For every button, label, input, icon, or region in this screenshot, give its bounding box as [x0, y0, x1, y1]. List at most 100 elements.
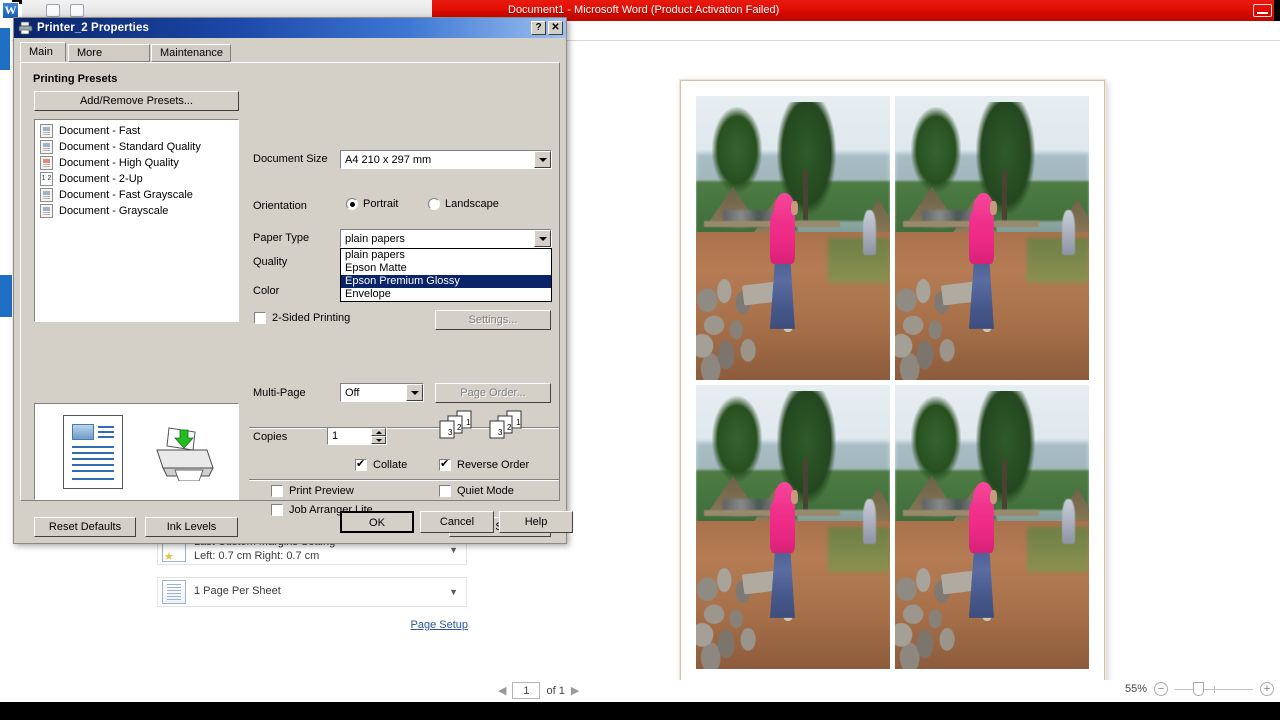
color-label: Color: [253, 285, 280, 297]
page-number-input[interactable]: 1: [512, 682, 541, 699]
list-item[interactable]: Document - Fast: [35, 123, 238, 139]
checkbox-indicator: [439, 485, 451, 497]
zoom-slider[interactable]: [1175, 682, 1253, 696]
reverse-order-label: Reverse Order: [457, 459, 530, 471]
dialog-tabstrip: Main More Options Maintenance: [20, 42, 566, 76]
screen-right-edge: [1274, 0, 1280, 22]
printer-icon: [18, 21, 33, 35]
word-backstage-tab-1[interactable]: [0, 28, 10, 70]
word-minimize-button[interactable]: [1253, 4, 1272, 17]
copies-value[interactable]: 1: [328, 430, 338, 442]
page-navigation: ◀ 1 of 1 ▶: [498, 682, 579, 699]
dropdown-option[interactable]: plain papers: [341, 249, 551, 262]
tab-main[interactable]: Main: [20, 42, 66, 62]
word-title-text: Document1 - Microsoft Word (Product Acti…: [508, 4, 780, 16]
chevron-down-icon[interactable]: ▼: [449, 545, 458, 555]
collate-illustrations: 1 2 3 1 2 3: [439, 410, 534, 440]
chevron-down-icon[interactable]: ▼: [449, 587, 458, 597]
preview-photo: [895, 385, 1089, 669]
zoom-slider-thumb[interactable]: [1193, 682, 1204, 696]
orientation-portrait-radio[interactable]: Portrait: [346, 198, 398, 210]
document-size-value: A4 210 x 297 mm: [345, 153, 432, 166]
document-size-combo[interactable]: A4 210 x 297 mm: [340, 150, 552, 169]
orientation-landscape-radio[interactable]: Landscape: [428, 198, 499, 210]
two-sided-printing-checkbox[interactable]: 2-Sided Printing: [254, 312, 350, 324]
divider: [249, 479, 559, 481]
dialog-button-bar: OK Cancel Help: [14, 503, 573, 543]
preset-label: Document - Fast Grayscale: [59, 189, 193, 201]
preview-page: [680, 80, 1105, 685]
list-item[interactable]: Document - Fast Grayscale: [35, 187, 238, 203]
stepper-up-icon[interactable]: [371, 428, 386, 436]
chevron-down-icon[interactable]: [534, 151, 551, 168]
svg-text:3: 3: [448, 428, 453, 437]
reverse-order-icon: 1 2 3: [489, 410, 522, 439]
chevron-down-icon[interactable]: [406, 384, 423, 401]
collate-checkbox[interactable]: Collate: [355, 457, 407, 471]
reverse-order-checkbox[interactable]: Reverse Order: [439, 457, 530, 471]
print-preview-checkbox[interactable]: Print Preview: [271, 485, 354, 497]
main-tab-page: Printing Presets Add/Remove Presets... D…: [20, 62, 560, 537]
zoom-level-label: 55%: [1124, 683, 1147, 695]
paper-type-combo[interactable]: plain papers: [340, 229, 552, 248]
word-backstage-tab-2[interactable]: [0, 275, 12, 317]
zoom-slider-tick: [1214, 686, 1215, 693]
save-icon[interactable]: [46, 4, 60, 17]
page-order-button: Page Order...: [435, 383, 551, 403]
cancel-button[interactable]: Cancel: [420, 511, 494, 533]
pages-per-sheet-row[interactable]: 1 Page Per Sheet ▼: [157, 577, 467, 607]
zoom-out-button[interactable]: −: [1154, 682, 1168, 696]
document-size-label: Document Size: [253, 153, 328, 165]
collate-icon: 1 2 3: [439, 410, 472, 439]
tab-maintenance[interactable]: Maintenance: [151, 44, 231, 62]
dropdown-option[interactable]: Epson Matte: [341, 262, 551, 275]
multipage-combo[interactable]: Off: [340, 383, 424, 402]
preview-thumbnail-box: [34, 403, 239, 500]
orientation-portrait-label: Portrait: [363, 198, 399, 210]
previous-page-icon[interactable]: ◀: [498, 684, 506, 697]
help-button[interactable]: ?: [531, 21, 546, 35]
stepper-buttons[interactable]: [371, 428, 386, 444]
doc-2up-icon: 1 2: [40, 172, 53, 186]
ok-button[interactable]: OK: [340, 511, 414, 533]
svg-text:3: 3: [498, 428, 503, 437]
undo-icon[interactable]: [70, 4, 84, 17]
presets-list[interactable]: Document - Fast Document - Standard Qual…: [34, 119, 239, 322]
doc-high-icon: [40, 156, 53, 170]
list-item[interactable]: Document - Grayscale: [35, 203, 238, 219]
print-preview-label: Print Preview: [289, 485, 354, 497]
chevron-down-icon[interactable]: [534, 230, 551, 247]
document-preview-canvas: [490, 44, 1280, 685]
stepper-down-icon[interactable]: [371, 436, 386, 444]
dropdown-option-selected[interactable]: Epson Premium Glossy: [341, 275, 551, 288]
doc-fast-icon: [40, 124, 53, 138]
checkbox-indicator: [439, 457, 451, 471]
close-icon[interactable]: ✕: [548, 21, 563, 35]
svg-text:1: 1: [516, 418, 521, 427]
page-setup-link[interactable]: Page Setup: [411, 619, 469, 631]
tab-more-options[interactable]: More Options: [68, 44, 150, 76]
next-page-icon[interactable]: ▶: [571, 684, 579, 697]
zoom-in-button[interactable]: +: [1260, 682, 1274, 696]
margins-setting-values: Left: 0.7 cm Right: 0.7 cm: [194, 550, 320, 562]
multipage-value: Off: [345, 386, 360, 399]
preset-label: Document - Standard Quality: [59, 141, 201, 153]
printing-presets-title: Printing Presets: [33, 73, 118, 85]
dropdown-option[interactable]: Envelope: [341, 288, 551, 301]
orientation-label: Orientation: [253, 200, 307, 212]
quiet-mode-checkbox[interactable]: Quiet Mode: [439, 485, 514, 497]
list-item[interactable]: Document - Standard Quality: [35, 139, 238, 155]
radio-indicator: [346, 198, 358, 210]
document-preview-icon: [63, 415, 123, 489]
quiet-mode-label: Quiet Mode: [457, 485, 514, 497]
add-remove-presets-button[interactable]: Add/Remove Presets...: [34, 91, 239, 111]
photo-grid: [694, 94, 1091, 671]
preview-photo: [696, 385, 890, 669]
list-item[interactable]: Document - High Quality: [35, 155, 238, 171]
checkbox-indicator: [271, 485, 283, 497]
help-button[interactable]: Help: [499, 511, 573, 533]
multipage-label: Multi-Page: [253, 387, 306, 399]
paper-type-dropdown[interactable]: plain papers Epson Matte Epson Premium G…: [340, 248, 552, 302]
list-item[interactable]: 1 2 Document - 2-Up: [35, 171, 238, 187]
copies-stepper[interactable]: 1: [327, 427, 387, 445]
